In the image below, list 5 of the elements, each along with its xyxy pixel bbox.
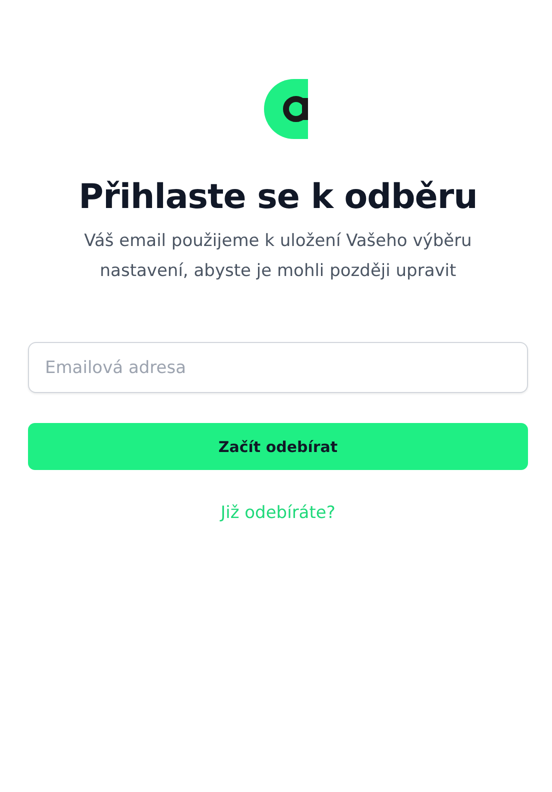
- logo-icon: [264, 79, 308, 139]
- page-title: Přihlaste se k odběru: [78, 176, 478, 219]
- subtitle: Váš email použijeme k uložení Vašeho výběru nastavení, abyste je mohli později upravit: [83, 230, 473, 282]
- subscribe-button[interactable]: Začít odebírat: [28, 423, 528, 470]
- email-field[interactable]: Emailová adresa: [28, 342, 528, 393]
